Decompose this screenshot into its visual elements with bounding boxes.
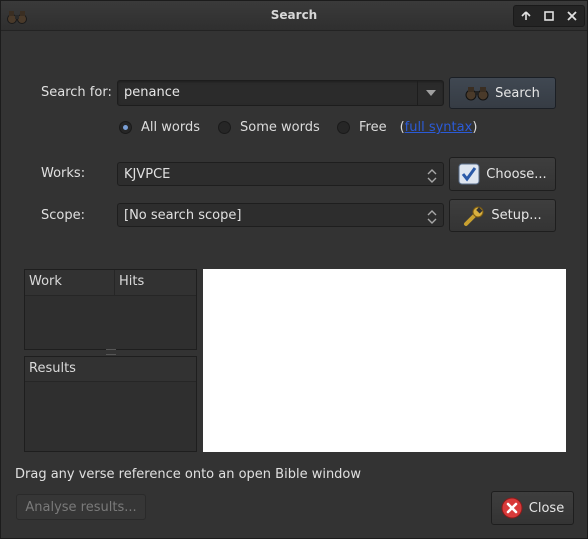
choose-button-label: Choose... — [486, 166, 547, 182]
close-button-label: Close — [528, 500, 565, 516]
status-text: Drag any verse reference onto an open Bi… — [15, 467, 362, 482]
column-header-hits[interactable]: Hits — [119, 274, 144, 289]
mode-all-words[interactable]: All words — [119, 120, 200, 135]
window-title: Search — [270, 8, 318, 22]
close-icon[interactable] — [563, 7, 581, 25]
analyse-results-button[interactable]: Analyse results... — [16, 494, 146, 520]
search-history-dropdown[interactable] — [417, 81, 443, 105]
mode-some-words-label: Some words — [240, 120, 320, 135]
search-dialog: Search Search for: penance Search All wo… — [0, 0, 588, 539]
pane-splitter-handle[interactable] — [106, 349, 116, 355]
up-arrow-icon[interactable] — [517, 7, 535, 25]
binoculars-icon — [465, 87, 489, 101]
window-controls — [513, 5, 585, 27]
works-label: Works: — [41, 166, 86, 181]
setup-scope-button[interactable]: Setup... — [449, 199, 556, 232]
scope-label: Scope: — [41, 208, 85, 223]
radio-all-words[interactable] — [119, 121, 132, 134]
scope-value: [No search scope] — [124, 208, 242, 223]
wrench-icon — [464, 206, 484, 226]
updown-arrows-icon — [427, 210, 437, 224]
works-value: KJVPCE — [124, 167, 171, 182]
search-input-value: penance — [124, 85, 180, 100]
analyse-button-label: Analyse results... — [25, 499, 137, 515]
mode-free[interactable]: Free ( full syntax ) — [337, 120, 477, 135]
results-list[interactable]: Results — [24, 356, 197, 452]
checkbox-icon — [458, 163, 480, 185]
search-for-label: Search for: — [41, 85, 112, 100]
mode-all-words-label: All words — [141, 120, 200, 135]
search-input[interactable]: penance — [117, 80, 444, 106]
radio-some-words[interactable] — [218, 121, 231, 134]
table-header: Work Hits — [25, 270, 196, 296]
paren-close: ) — [472, 120, 478, 135]
scope-select[interactable]: [No search scope] — [117, 203, 444, 227]
work-hits-table[interactable]: Work Hits — [24, 269, 197, 350]
search-button[interactable]: Search — [449, 77, 556, 109]
results-header: Results — [25, 357, 196, 382]
maximize-icon[interactable] — [540, 7, 558, 25]
verse-preview-pane[interactable] — [203, 269, 566, 452]
works-select[interactable]: KJVPCE — [117, 162, 444, 186]
full-syntax-link[interactable]: full syntax — [405, 120, 473, 135]
mode-free-label: Free — [359, 120, 387, 135]
titlebar: Search — [1, 1, 587, 31]
close-circle-icon — [501, 497, 523, 519]
setup-button-label: Setup... — [491, 208, 542, 223]
close-button[interactable]: Close — [491, 491, 574, 525]
chevron-down-icon — [425, 90, 436, 96]
column-header-work[interactable]: Work — [29, 274, 62, 289]
choose-works-button[interactable]: Choose... — [449, 157, 556, 191]
radio-free[interactable] — [337, 121, 350, 134]
column-separator — [114, 270, 115, 295]
search-button-label: Search — [495, 85, 540, 101]
mode-some-words[interactable]: Some words — [218, 120, 320, 135]
updown-arrows-icon — [427, 169, 437, 183]
results-header-label: Results — [29, 361, 76, 376]
